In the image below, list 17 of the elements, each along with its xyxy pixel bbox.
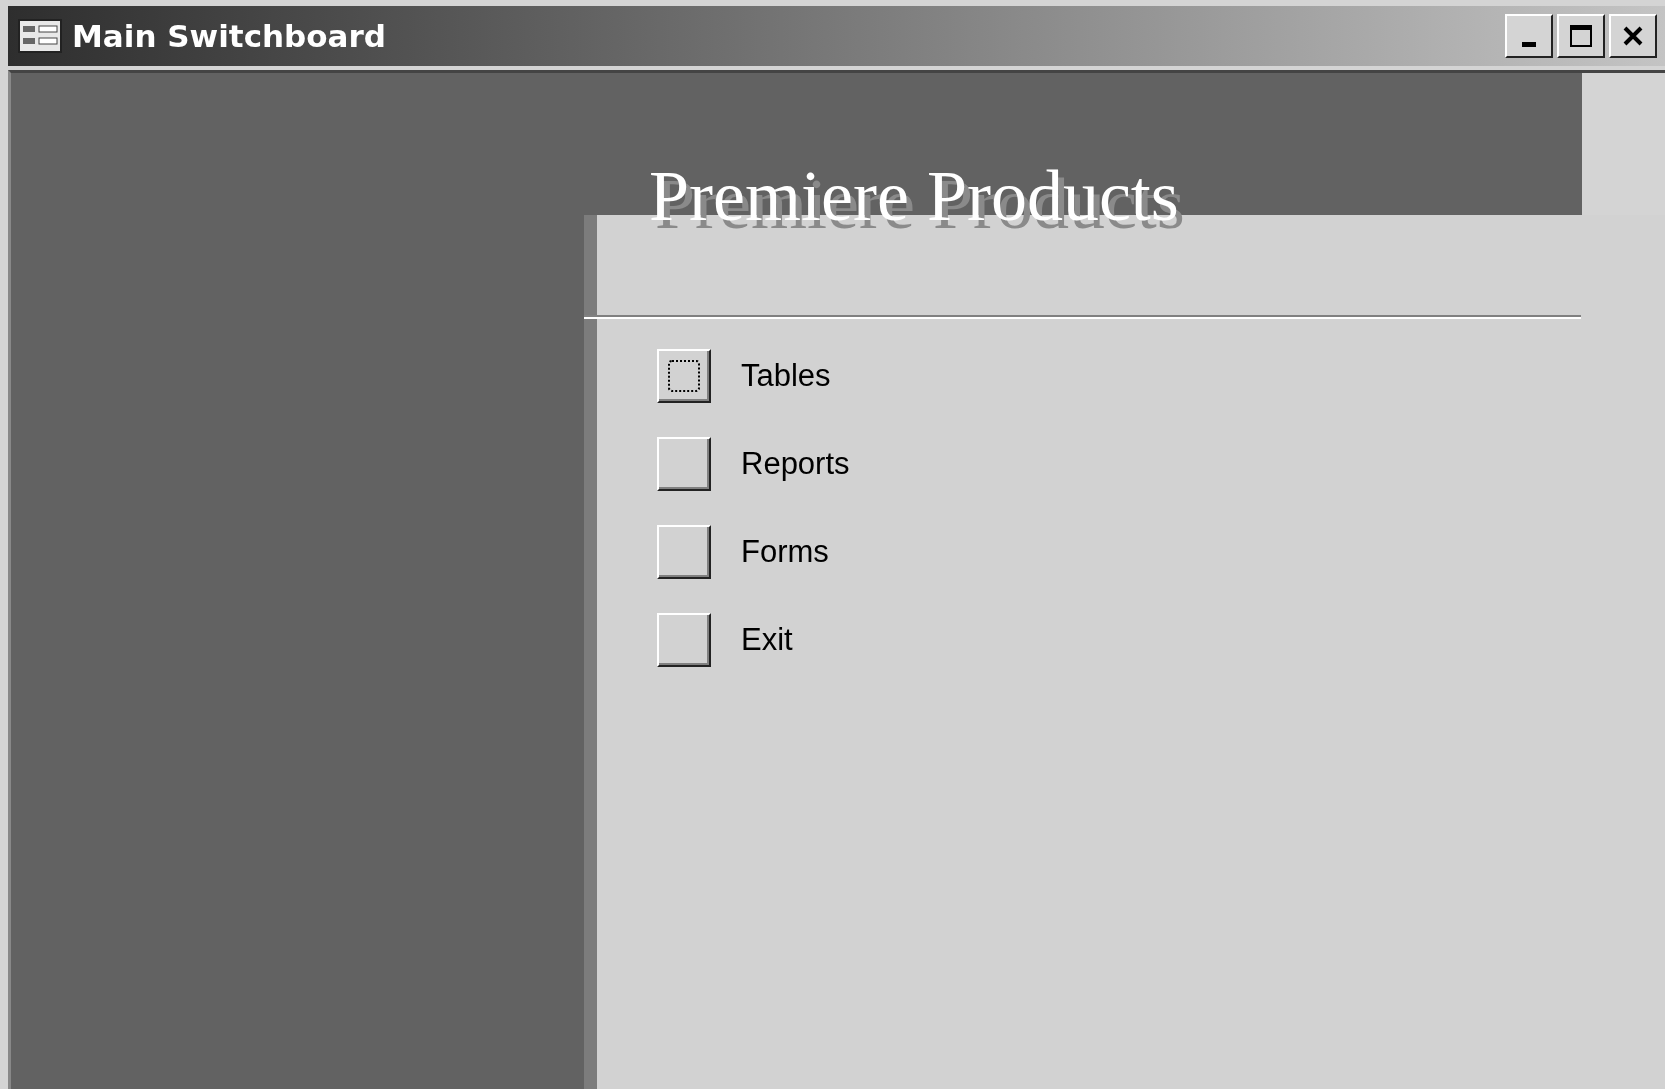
item-label: Tables: [741, 358, 831, 394]
window-title: Main Switchboard: [72, 18, 386, 54]
maximize-button[interactable]: [1557, 14, 1605, 58]
close-icon: [1621, 24, 1645, 48]
close-button[interactable]: [1609, 14, 1657, 58]
item-label: Forms: [741, 534, 829, 570]
item-label: Exit: [741, 622, 793, 658]
switchboard-button[interactable]: [657, 613, 711, 667]
minimize-icon: [1522, 41, 1536, 47]
maximize-icon: [1568, 23, 1594, 49]
form-icon: [18, 19, 62, 53]
switchboard-button[interactable]: [657, 349, 711, 403]
minimize-button[interactable]: [1505, 14, 1553, 58]
switchboard-button[interactable]: [657, 525, 711, 579]
item-label: Reports: [741, 446, 850, 482]
switchboard-button[interactable]: [657, 437, 711, 491]
focus-rectangle: [668, 360, 700, 392]
